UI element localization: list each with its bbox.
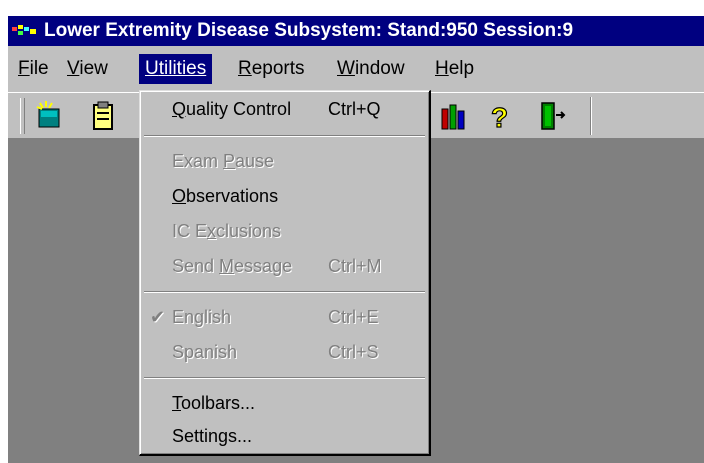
toolbar-grip[interactable]	[20, 98, 25, 134]
menu-item-spanish: Spanish Ctrl+S	[140, 337, 429, 367]
menu-item-observations[interactable]: Observations	[140, 181, 429, 211]
exam-pause-label: Exam Pause	[172, 146, 274, 176]
spanish-label: Spanish	[172, 342, 238, 362]
exam-pause-rest: ause	[235, 151, 275, 171]
menu-file-hotkey: F	[18, 58, 30, 79]
clipboard-icon[interactable]	[88, 99, 118, 133]
ic-exclusions-rest: clusions	[216, 221, 282, 241]
send-message-label: Send Message	[172, 251, 292, 281]
send-message-hotkey: M	[219, 256, 235, 276]
application-window: Lower Extremity Disease Subsystem: Stand…	[0, 0, 704, 463]
menu-utilities-hotkey: U	[145, 58, 159, 79]
chart-icon[interactable]	[440, 99, 470, 133]
quality-control-rest: uality Control	[186, 99, 292, 119]
menu-help-rest: elp	[448, 58, 475, 79]
menu-view[interactable]: View	[61, 54, 114, 84]
menu-reports[interactable]: Reports	[232, 54, 311, 84]
menu-view-hotkey: V	[67, 58, 80, 79]
menu-bar: File View Utilities Reports Window Help	[8, 46, 704, 92]
observations-hotkey: O	[172, 186, 187, 206]
ic-exclusions-hotkey: x	[207, 221, 217, 241]
help-icon[interactable]: ?	[484, 99, 514, 133]
new-record-icon[interactable]	[34, 99, 64, 133]
settings-label: Settings...	[172, 426, 253, 446]
quality-control-label: Quality Control	[172, 94, 291, 124]
english-label: English	[172, 307, 232, 327]
app-logo-icon	[12, 25, 36, 35]
observations-rest: bservations	[186, 186, 279, 206]
menu-reports-hotkey: R	[238, 58, 252, 79]
english-shortcut: Ctrl+E	[328, 307, 379, 327]
toolbar-divider	[590, 97, 592, 135]
menu-help-hotkey: H	[435, 58, 449, 79]
menu-item-ic-exclusions: IC Exclusions	[140, 216, 429, 246]
ic-exclusions-prefix: IC E	[172, 221, 208, 241]
quality-control-shortcut: Ctrl+Q	[328, 99, 381, 119]
menu-utilities[interactable]: Utilities	[139, 54, 213, 84]
toolbars-hotkey: T	[172, 393, 181, 413]
menu-window[interactable]: Window	[331, 54, 411, 84]
svg-text:?: ?	[491, 102, 508, 133]
quality-control-hotkey: Q	[172, 99, 187, 119]
title-bar[interactable]: Lower Extremity Disease Subsystem: Stand…	[8, 16, 704, 46]
toolbars-label: Toolbars...	[172, 388, 255, 418]
menu-separator	[144, 377, 425, 379]
menu-item-send-message: Send Message Ctrl+M	[140, 251, 429, 281]
menu-window-rest: indow	[354, 58, 405, 79]
menu-separator	[144, 135, 425, 137]
window-title: Lower Extremity Disease Subsystem: Stand…	[44, 20, 574, 41]
observations-label: Observations	[172, 181, 278, 211]
menu-item-settings[interactable]: Settings...	[140, 421, 429, 451]
menu-window-hotkey: W	[337, 58, 355, 79]
menu-separator	[144, 291, 425, 293]
menu-file-rest: ile	[29, 58, 49, 79]
send-message-rest: essage	[234, 256, 293, 276]
utilities-dropdown-menu: Quality Control Ctrl+Q Exam Pause Observ…	[139, 90, 431, 456]
menu-item-toolbars[interactable]: Toolbars...	[140, 388, 429, 418]
menu-utilities-rest: tilities	[158, 58, 207, 79]
menu-reports-rest: eports	[251, 58, 305, 79]
spanish-shortcut: Ctrl+S	[328, 342, 379, 362]
checkmark-icon: ✔	[150, 307, 166, 327]
menu-help[interactable]: Help	[429, 54, 480, 84]
toolbars-rest: oolbars...	[181, 393, 256, 413]
send-message-prefix: Send	[172, 256, 220, 276]
menu-file[interactable]: File	[12, 54, 55, 84]
exam-pause-prefix: Exam	[172, 151, 224, 171]
menu-item-english: ✔ English Ctrl+E	[140, 302, 429, 332]
menu-item-quality-control[interactable]: Quality Control Ctrl+Q	[140, 94, 429, 124]
send-message-shortcut: Ctrl+M	[328, 256, 382, 276]
exit-icon[interactable]	[538, 99, 568, 133]
exam-pause-hotkey: P	[223, 151, 236, 171]
ic-exclusions-label: IC Exclusions	[172, 216, 281, 246]
menu-item-exam-pause: Exam Pause	[140, 146, 429, 176]
menu-view-rest: iew	[79, 58, 108, 79]
